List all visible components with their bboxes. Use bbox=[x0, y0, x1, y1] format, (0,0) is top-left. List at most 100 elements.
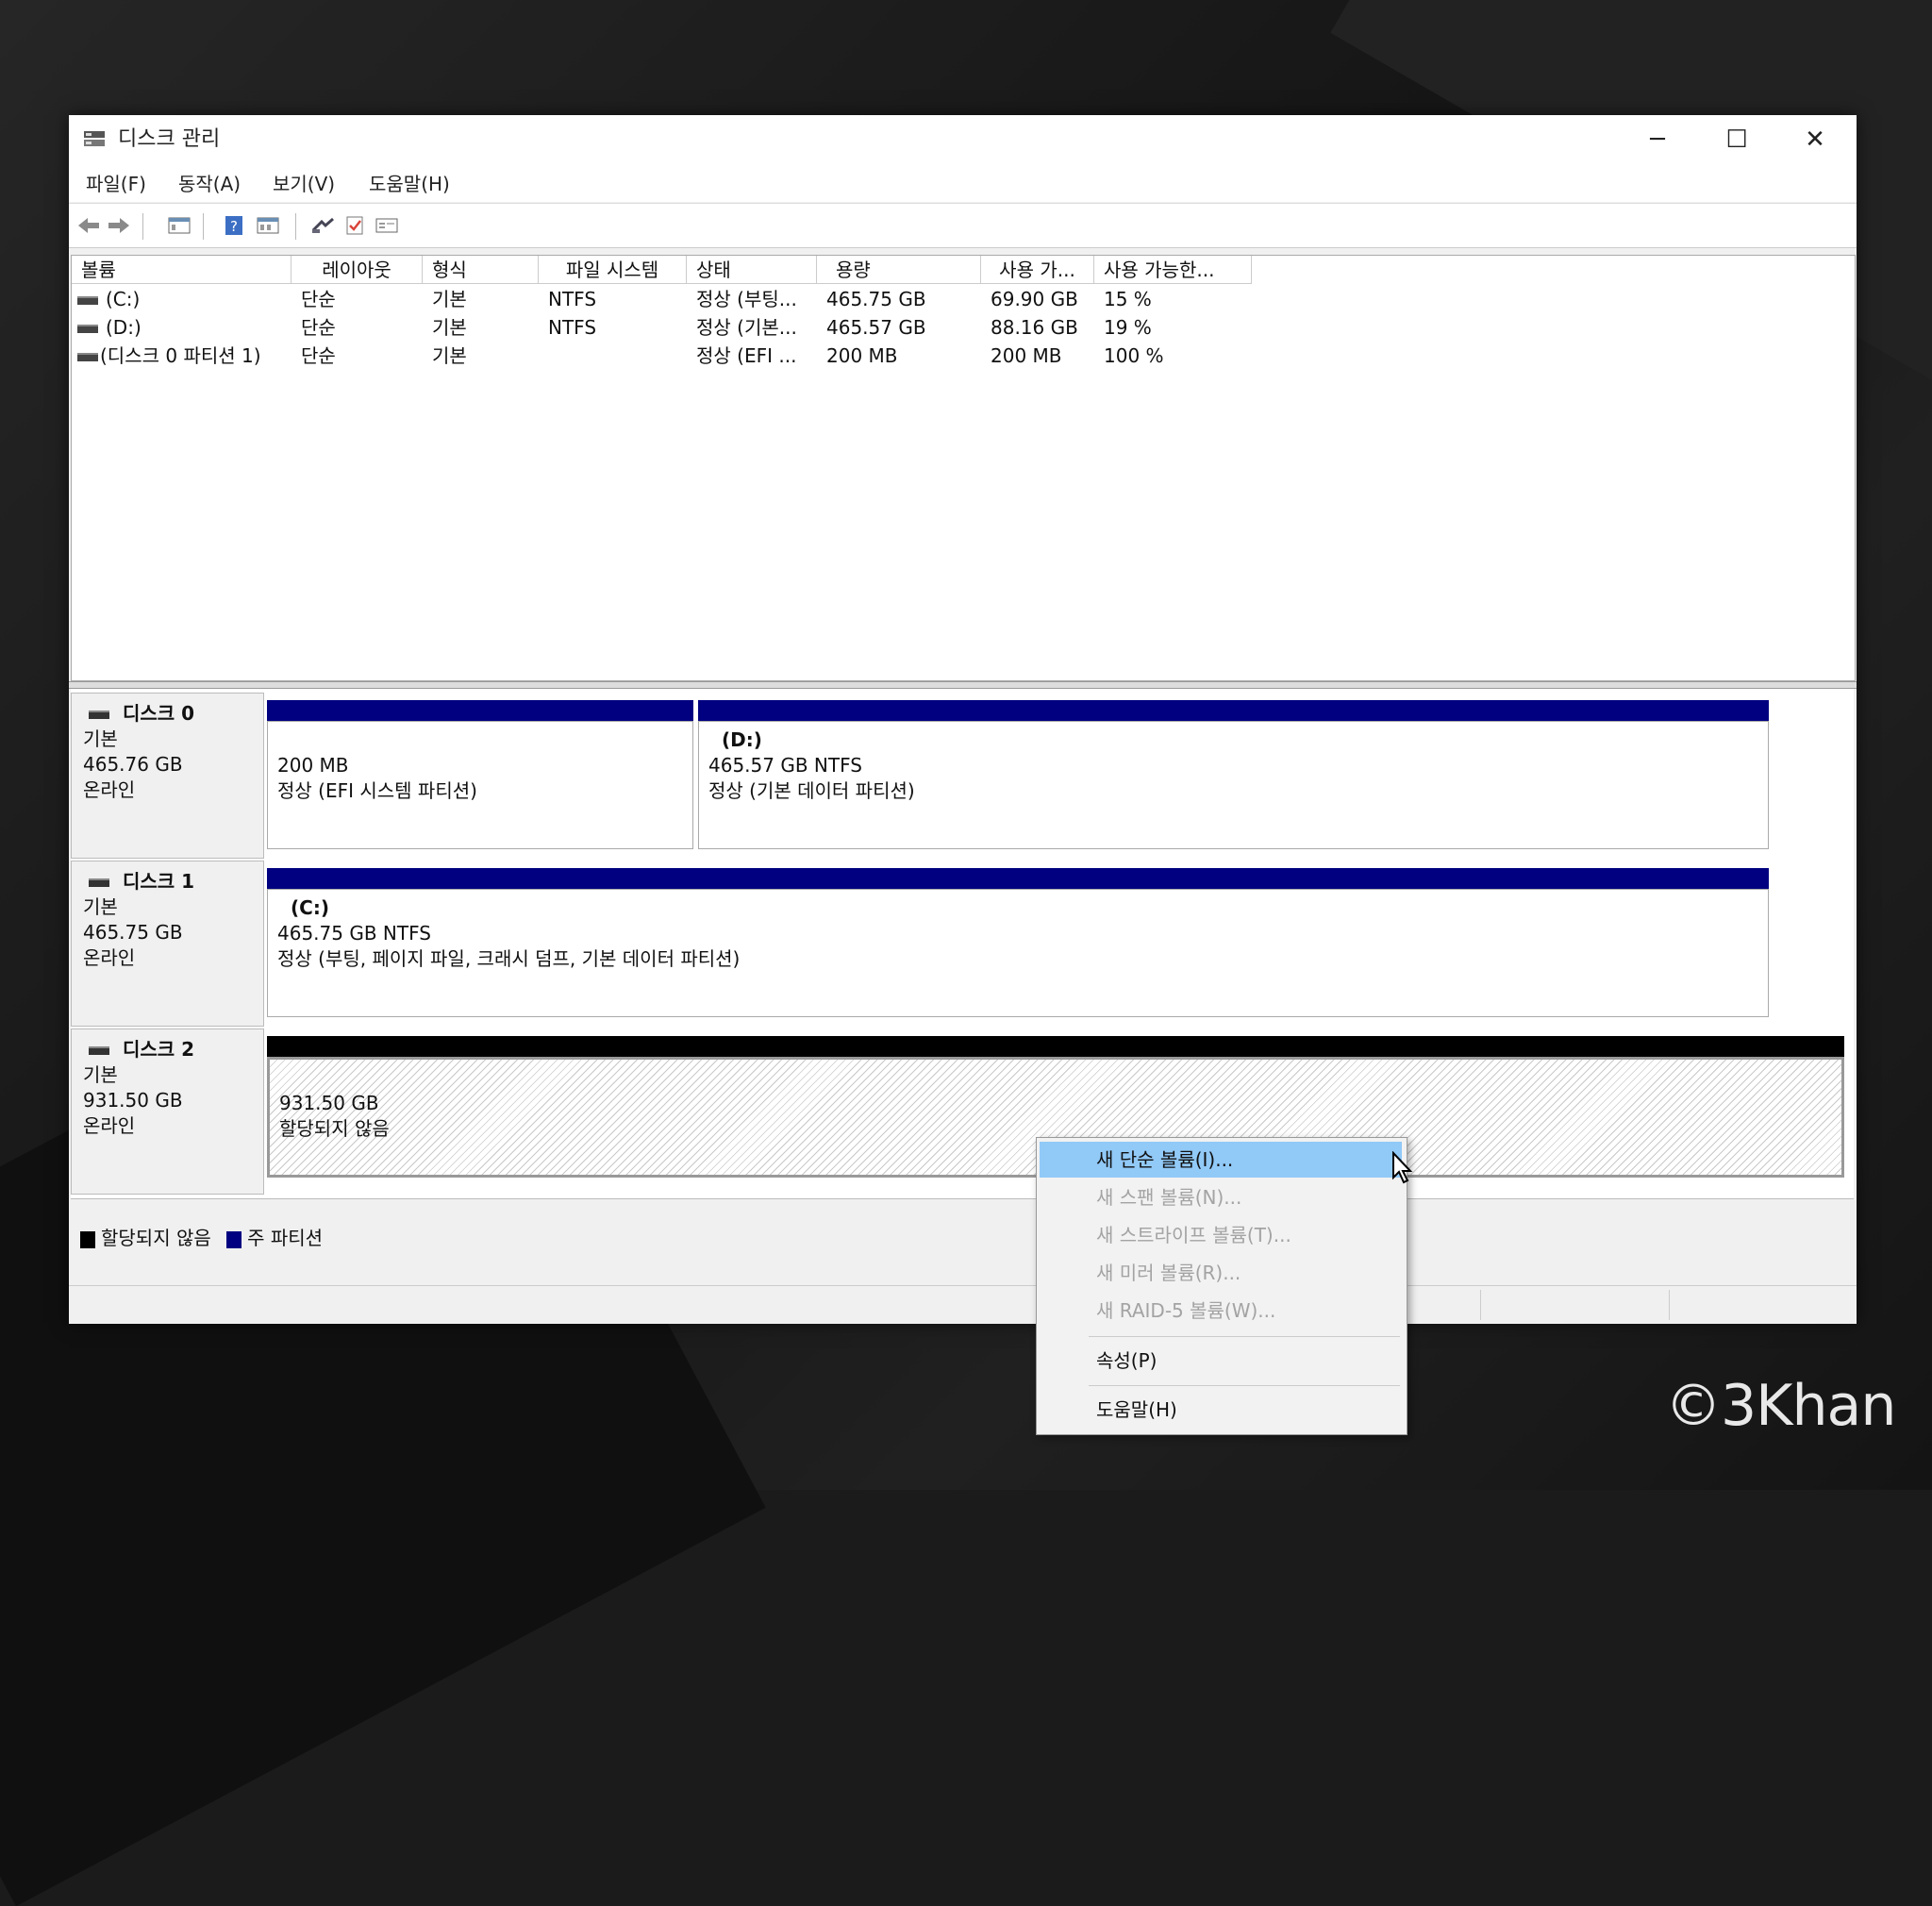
connect-icon[interactable] bbox=[310, 215, 335, 236]
drive-icon bbox=[77, 296, 98, 305]
status-cell: 정상 (EFI ... bbox=[696, 344, 797, 367]
title-bar: 디스크 관리 ─ ☐ ✕ bbox=[69, 115, 1857, 164]
table-row[interactable]: (D:) 단순 기본 NTFS 정상 (기본... 465.57 GB 88.1… bbox=[72, 313, 1298, 342]
column-header-layout[interactable]: 레이아웃 bbox=[291, 256, 423, 284]
status-divider bbox=[1669, 1290, 1670, 1320]
view-icon[interactable] bbox=[256, 215, 280, 236]
disk-management-window: 디스크 관리 ─ ☐ ✕ 파일(F) 동작(A) 보기(V) 도움말(H) ? … bbox=[69, 115, 1857, 1324]
partition-status: 정상 (EFI 시스템 파티션) bbox=[277, 779, 477, 802]
column-header-volume[interactable]: 볼륨 bbox=[72, 256, 291, 284]
status-divider bbox=[1480, 1290, 1481, 1320]
percent-free-cell: 19 % bbox=[1104, 316, 1152, 339]
unallocated-swatch bbox=[80, 1230, 95, 1248]
partition-info: (D:) 465.57 GB NTFS 정상 (기본 데이터 파티션) bbox=[698, 721, 1769, 849]
partition-d[interactable]: (D:) 465.57 GB NTFS 정상 (기본 데이터 파티션) bbox=[698, 700, 1769, 849]
menu-file[interactable]: 파일(F) bbox=[86, 172, 146, 196]
column-header-percent-free[interactable]: 사용 가능한... bbox=[1094, 256, 1252, 284]
partition-size: 465.57 GB NTFS bbox=[708, 754, 862, 777]
disk-type: 기본 bbox=[83, 895, 118, 918]
free-space-cell: 69.90 GB bbox=[991, 288, 1078, 310]
partition-c[interactable]: (C:) 465.75 GB NTFS 정상 (부팅, 페이지 파일, 크래시 … bbox=[267, 868, 1769, 1017]
column-header-filesystem[interactable]: 파일 시스템 bbox=[539, 256, 687, 284]
legend: 할당되지 않음 주 파티션 bbox=[71, 1198, 1854, 1256]
forward-icon[interactable] bbox=[107, 215, 131, 236]
status-cell: 정상 (기본... bbox=[696, 316, 797, 339]
layout-cell: 단순 bbox=[301, 316, 336, 339]
menu-item-help[interactable]: 도움말(H) bbox=[1040, 1392, 1402, 1428]
disk-status: 온라인 bbox=[83, 1114, 136, 1137]
legend-row: 할당되지 않음 주 파티션 bbox=[80, 1226, 323, 1250]
column-header-free-space[interactable]: 사용 가... bbox=[981, 256, 1094, 284]
context-menu: 새 단순 볼륨(I)... 새 스팬 볼륨(N)... 새 스트라이프 볼륨(T… bbox=[1036, 1137, 1407, 1435]
menu-action[interactable]: 동작(A) bbox=[178, 172, 241, 196]
partition-size: 200 MB bbox=[277, 754, 349, 777]
check-icon[interactable] bbox=[342, 215, 367, 236]
volume-name-cell: (D:) bbox=[77, 313, 142, 342]
column-header-status[interactable]: 상태 bbox=[687, 256, 817, 284]
volume-list: 볼륨 레이아웃 형식 파일 시스템 상태 용량 사용 가... 사용 가능한..… bbox=[71, 255, 1856, 681]
disk-size: 465.76 GB bbox=[83, 753, 183, 776]
column-header-capacity[interactable]: 용량 bbox=[817, 256, 981, 284]
menu-item-new-mirrored-volume: 새 미러 볼륨(R)... bbox=[1096, 1262, 1241, 1284]
maximize-button[interactable]: ☐ bbox=[1698, 115, 1775, 164]
status-bar bbox=[69, 1285, 1857, 1324]
disk-name: 디스크 2 bbox=[123, 1038, 195, 1061]
partition-size: 931.50 GB bbox=[279, 1092, 379, 1114]
type-cell: 기본 bbox=[432, 288, 467, 310]
percent-free-cell: 15 % bbox=[1104, 288, 1152, 310]
table-row[interactable]: (디스크 0 파티션 1) 단순 기본 정상 (EFI ... 200 MB 2… bbox=[72, 342, 1298, 370]
type-cell: 기본 bbox=[432, 316, 467, 339]
minimize-button[interactable]: ─ bbox=[1619, 115, 1696, 164]
pane-splitter[interactable] bbox=[69, 681, 1857, 689]
filesystem-cell: NTFS bbox=[548, 288, 597, 310]
primary-partition-bar bbox=[698, 700, 1769, 721]
back-icon[interactable] bbox=[76, 215, 101, 236]
type-cell: 기본 bbox=[432, 344, 467, 367]
disk-icon bbox=[89, 1046, 109, 1055]
disk-icon bbox=[89, 711, 109, 719]
partition-name: (D:) bbox=[722, 728, 762, 751]
free-space-cell: 200 MB bbox=[991, 344, 1062, 367]
disk-0-label[interactable]: 디스크 0 기본 465.76 GB 온라인 bbox=[71, 693, 264, 859]
disk-size: 931.50 GB bbox=[83, 1089, 183, 1112]
primary-partition-bar bbox=[267, 868, 1769, 889]
menu-view[interactable]: 보기(V) bbox=[273, 172, 335, 196]
volume-name-cell: (디스크 0 파티션 1) bbox=[77, 342, 296, 370]
disk-type: 기본 bbox=[83, 727, 118, 750]
menu-item-new-striped-volume: 새 스트라이프 볼륨(T)... bbox=[1096, 1224, 1291, 1246]
menu-item-new-spanned-volume: 새 스팬 볼륨(N)... bbox=[1096, 1186, 1242, 1209]
mouse-pointer-icon bbox=[1392, 1151, 1413, 1184]
capacity-cell: 465.75 GB bbox=[826, 288, 926, 310]
console-icon[interactable] bbox=[167, 215, 192, 236]
filesystem-cell: NTFS bbox=[548, 316, 597, 339]
disk-name: 디스크 1 bbox=[123, 870, 195, 893]
partition-size: 465.75 GB NTFS bbox=[277, 922, 431, 945]
help-icon[interactable]: ? bbox=[222, 215, 246, 236]
close-button[interactable]: ✕ bbox=[1776, 115, 1854, 164]
menu-help[interactable]: 도움말(H) bbox=[369, 172, 450, 196]
svg-text:?: ? bbox=[230, 218, 238, 235]
menu-item-new-simple-volume[interactable]: 새 단순 볼륨(I)... bbox=[1040, 1142, 1402, 1178]
partition-efi[interactable]: 200 MB 정상 (EFI 시스템 파티션) bbox=[267, 700, 696, 849]
window-title: 디스크 관리 bbox=[118, 127, 221, 151]
menu-item-new-raid5-volume: 새 RAID-5 볼륨(W)... bbox=[1096, 1299, 1276, 1322]
partition-name: (C:) bbox=[291, 896, 329, 919]
disk-icon bbox=[89, 878, 109, 887]
disk-name: 디스크 0 bbox=[123, 702, 195, 725]
menu-bar: 파일(F) 동작(A) 보기(V) 도움말(H) bbox=[69, 164, 1857, 202]
disk-map: 디스크 0 기본 465.76 GB 온라인 200 MB 정상 (EFI 시스… bbox=[71, 689, 1854, 1198]
properties-icon[interactable] bbox=[375, 215, 399, 236]
column-header-type[interactable]: 형식 bbox=[423, 256, 539, 284]
legend-primary: 주 파티션 bbox=[247, 1227, 324, 1249]
menu-separator bbox=[1089, 1336, 1400, 1337]
table-row[interactable]: (C:) 단순 기본 NTFS 정상 (부팅... 465.75 GB 69.9… bbox=[72, 285, 1298, 313]
capacity-cell: 465.57 GB bbox=[826, 316, 926, 339]
disk-1-label[interactable]: 디스크 1 기본 465.75 GB 온라인 bbox=[71, 861, 264, 1027]
disk-status: 온라인 bbox=[83, 946, 136, 969]
menu-item-properties[interactable]: 속성(P) bbox=[1040, 1343, 1402, 1379]
partition-status: 정상 (부팅, 페이지 파일, 크래시 덤프, 기본 데이터 파티션) bbox=[277, 947, 741, 970]
toolbar-separator bbox=[142, 213, 143, 240]
disk-2-label[interactable]: 디스크 2 기본 931.50 GB 온라인 bbox=[71, 1028, 264, 1195]
disk-type: 기본 bbox=[83, 1063, 118, 1086]
disk-size: 465.75 GB bbox=[83, 921, 183, 944]
